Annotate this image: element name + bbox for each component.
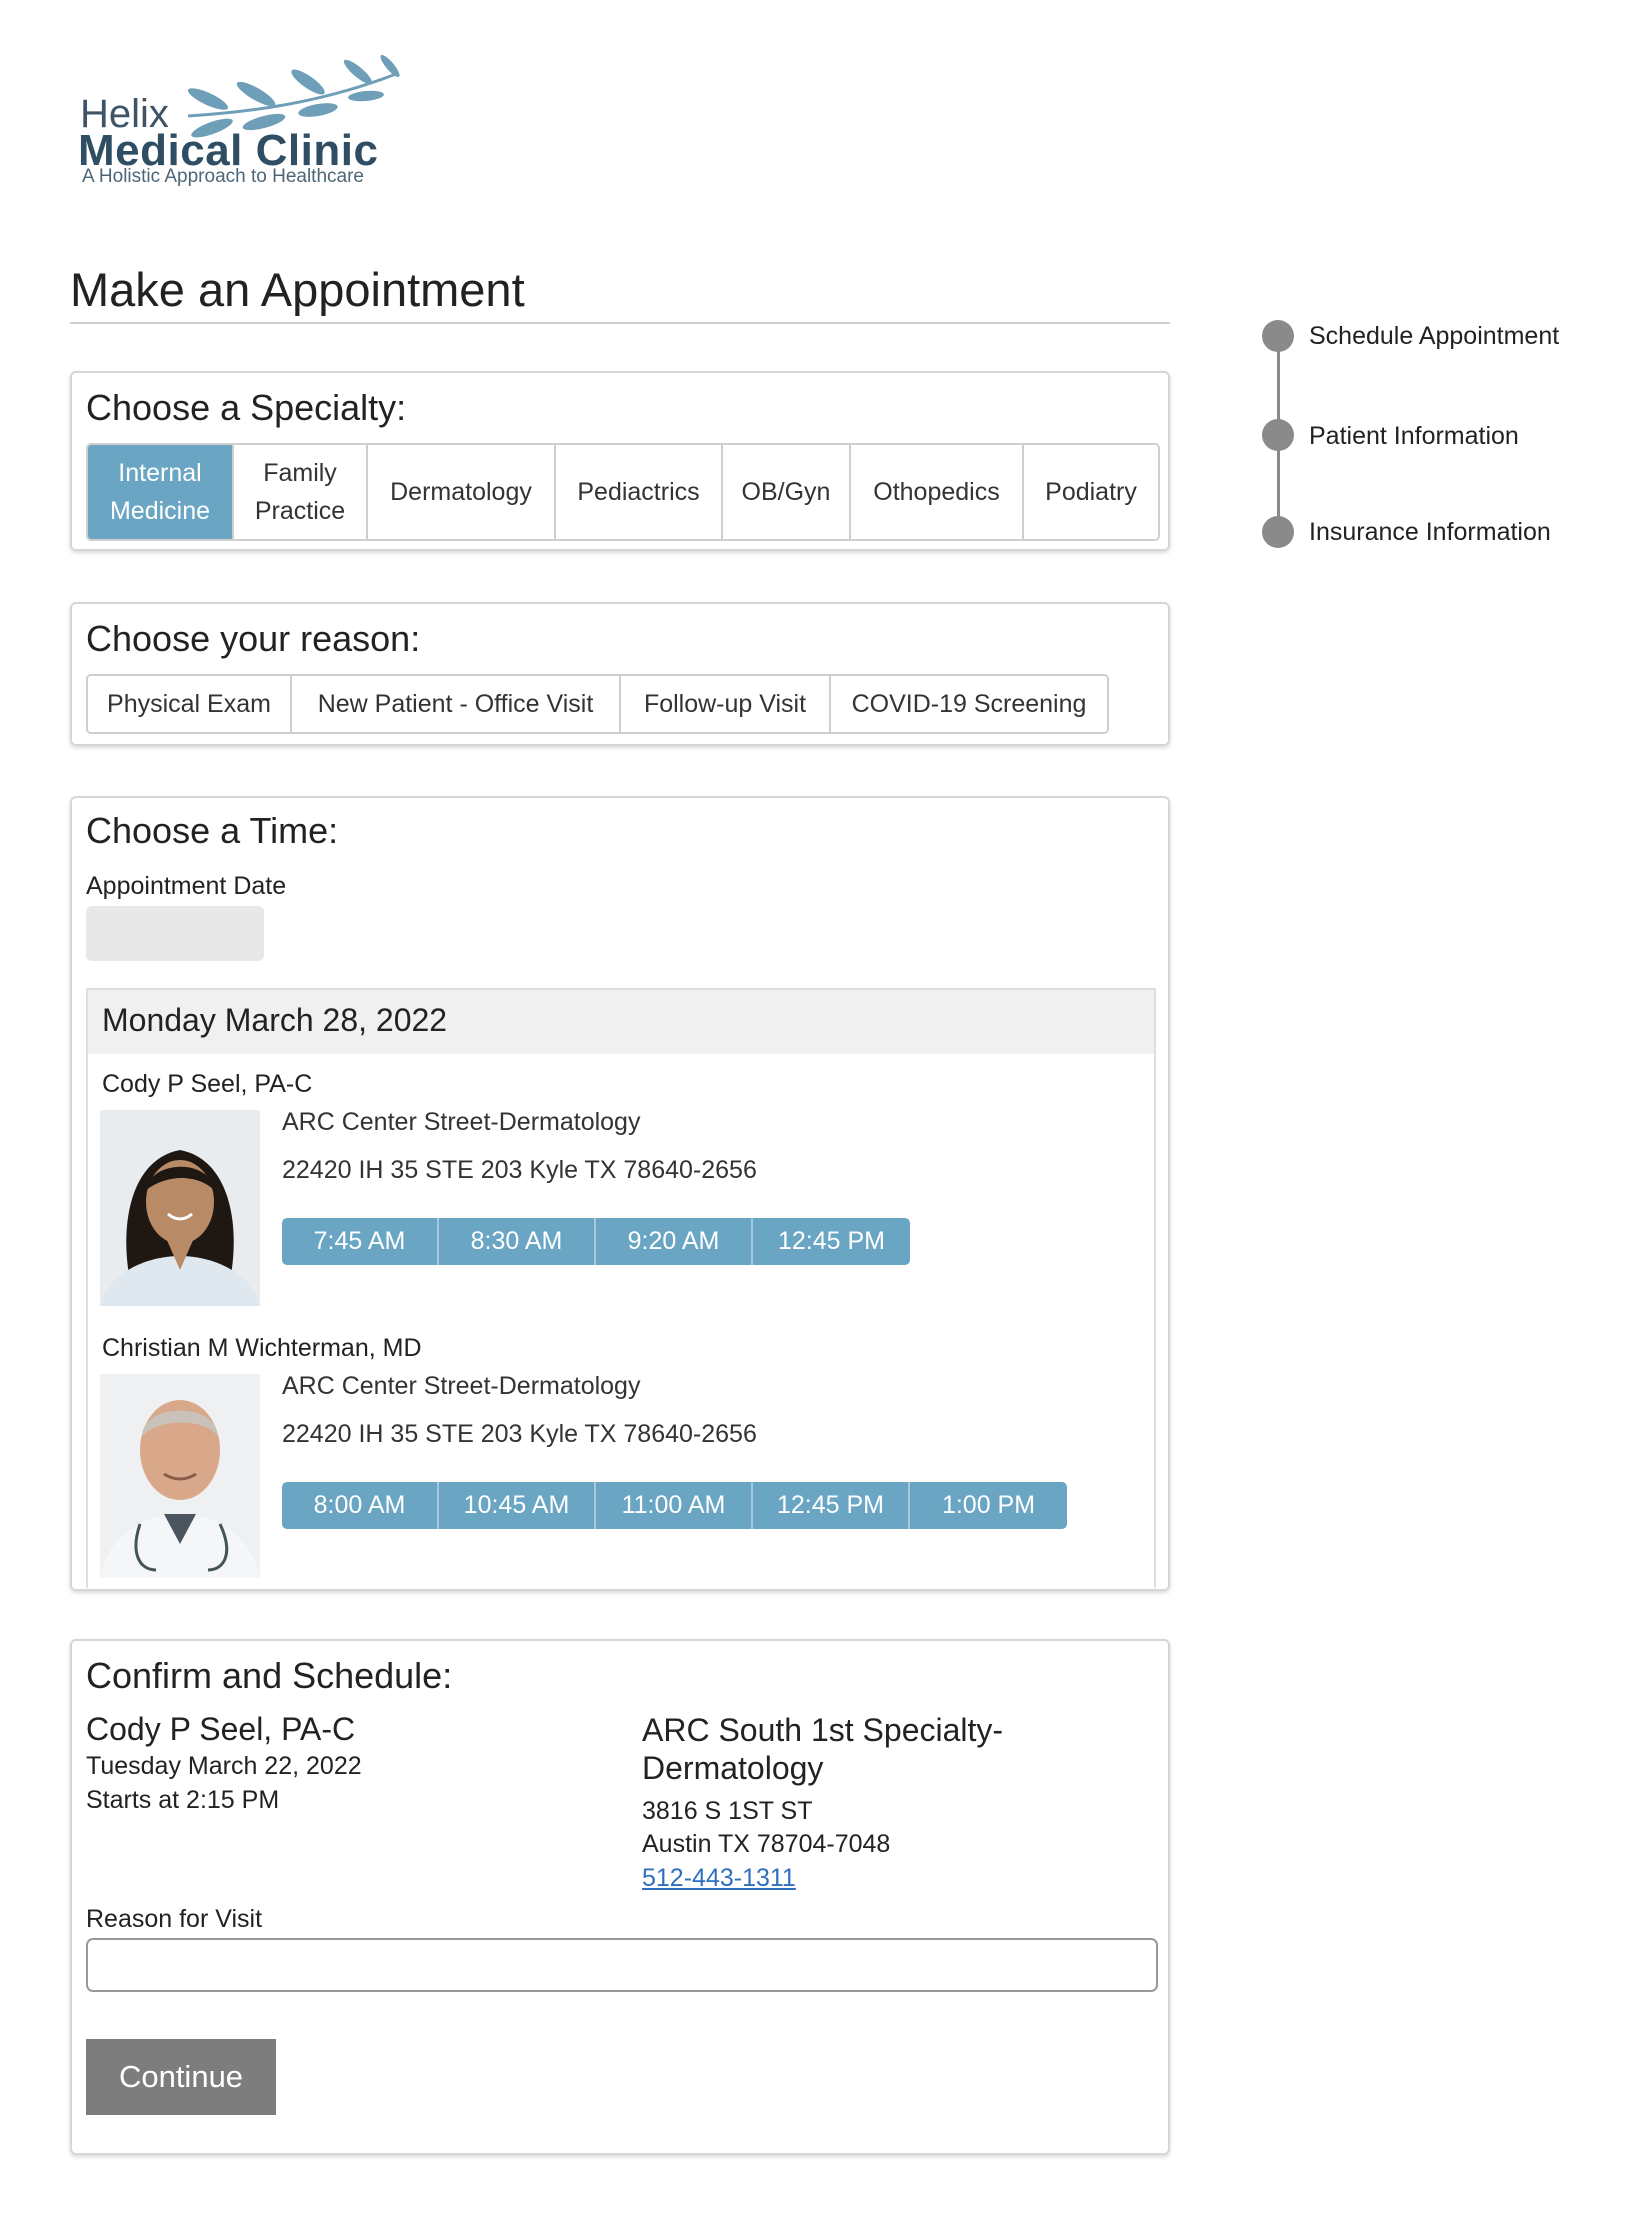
specialty-card: Choose a Specialty: Internal Medicine Fa…: [70, 371, 1170, 551]
confirm-city: Austin TX 78704-7048: [642, 1830, 891, 1858]
time-slot-button[interactable]: 12:45 PM: [753, 1218, 910, 1265]
step-dot: [1262, 516, 1294, 548]
specialty-heading: Choose a Specialty:: [86, 387, 407, 428]
reason-card: Choose your reason: Physical Exam New Pa…: [70, 602, 1170, 746]
confirm-date: Tuesday March 22, 2022: [86, 1752, 362, 1780]
specialty-option-dermatology[interactable]: Dermatology: [368, 445, 556, 539]
reason-for-visit-input[interactable]: [86, 1938, 1158, 1992]
reason-option-covid-screening[interactable]: COVID-19 Screening: [831, 676, 1107, 732]
male-provider-photo: [100, 1374, 260, 1578]
confirm-phone-link[interactable]: 512-443-1311: [642, 1864, 796, 1893]
title-divider: [70, 322, 1170, 324]
specialty-option-pediatrics[interactable]: Pediactrics: [556, 445, 723, 539]
specialty-option-orthopedics[interactable]: Othopedics: [851, 445, 1024, 539]
confirm-heading: Confirm and Schedule:: [86, 1655, 453, 1696]
day-header: Monday March 28, 2022: [88, 990, 1154, 1054]
time-heading: Choose a Time:: [86, 810, 339, 851]
time-slot-button[interactable]: 11:00 AM: [596, 1482, 753, 1529]
day-title: Monday March 28, 2022: [102, 1002, 448, 1038]
confirm-card: Confirm and Schedule: Cody P Seel, PA-C …: [70, 1639, 1170, 2155]
page-title: Make an Appointment: [70, 263, 525, 316]
step-dot: [1262, 419, 1294, 451]
time-slot-button[interactable]: 7:45 AM: [282, 1218, 439, 1265]
female-provider-photo: [100, 1110, 260, 1306]
time-slot-button[interactable]: 10:45 AM: [439, 1482, 596, 1529]
provider-name: Christian M Wichterman, MD: [102, 1334, 422, 1362]
specialty-selector: Internal Medicine Family Practice Dermat…: [86, 443, 1160, 541]
step-schedule-appointment[interactable]: Schedule Appointment: [1309, 322, 1559, 351]
reason-heading: Choose your reason:: [86, 618, 421, 659]
provider-address: 22420 IH 35 STE 203 Kyle TX 78640-2656: [282, 1156, 757, 1184]
time-slot-button[interactable]: 8:30 AM: [439, 1218, 596, 1265]
confirm-street: 3816 S 1ST ST: [642, 1797, 813, 1825]
time-slot-button[interactable]: 12:45 PM: [753, 1482, 910, 1529]
specialty-option-family-practice[interactable]: Family Practice: [234, 445, 368, 539]
appointment-date-label: Appointment Date: [86, 872, 287, 900]
provider-location: ARC Center Street-Dermatology: [282, 1108, 641, 1136]
clinic-logo[interactable]: Helix Medical Clinic A Holistic Approach…: [78, 54, 400, 202]
time-slot-button[interactable]: 8:00 AM: [282, 1482, 439, 1529]
reason-option-physical-exam[interactable]: Physical Exam: [88, 676, 292, 732]
reason-for-visit-label: Reason for Visit: [86, 1905, 263, 1933]
provider-location: ARC Center Street-Dermatology: [282, 1372, 641, 1400]
reason-selector: Physical Exam New Patient - Office Visit…: [86, 674, 1109, 734]
confirm-location-name: ARC South 1st Specialty-Dermatology: [642, 1712, 1004, 1786]
appointment-date-input[interactable]: [86, 906, 264, 961]
continue-button[interactable]: Continue: [86, 2039, 276, 2115]
reason-option-follow-up[interactable]: Follow-up Visit: [621, 676, 831, 732]
specialty-option-internal-medicine[interactable]: Internal Medicine: [88, 445, 234, 539]
step-patient-information[interactable]: Patient Information: [1309, 422, 1519, 451]
confirm-start-time: Starts at 2:15 PM: [86, 1786, 280, 1814]
confirm-provider-name: Cody P Seel, PA-C: [86, 1711, 356, 1747]
time-slots: 8:00 AM 10:45 AM 11:00 AM 12:45 PM 1:00 …: [282, 1482, 1067, 1529]
provider-address: 22420 IH 35 STE 203 Kyle TX 78640-2656: [282, 1420, 757, 1448]
specialty-option-podiatry[interactable]: Podiatry: [1024, 445, 1158, 539]
step-insurance-information[interactable]: Insurance Information: [1309, 518, 1551, 547]
time-card: Choose a Time: Appointment Date Monday M…: [70, 796, 1170, 1591]
time-slot-button[interactable]: 1:00 PM: [910, 1482, 1067, 1529]
time-slot-button[interactable]: 9:20 AM: [596, 1218, 753, 1265]
day-schedule-panel: Monday March 28, 2022 Cody P Seel, PA-C …: [86, 988, 1156, 1588]
reason-option-new-patient[interactable]: New Patient - Office Visit: [292, 676, 621, 732]
logo-tagline: A Holistic Approach to Healthcare: [82, 166, 364, 187]
specialty-option-ob-gyn[interactable]: OB/Gyn: [723, 445, 851, 539]
step-dot: [1262, 320, 1294, 352]
time-slots: 7:45 AM 8:30 AM 9:20 AM 12:45 PM: [282, 1218, 910, 1265]
provider-name: Cody P Seel, PA-C: [102, 1070, 313, 1098]
